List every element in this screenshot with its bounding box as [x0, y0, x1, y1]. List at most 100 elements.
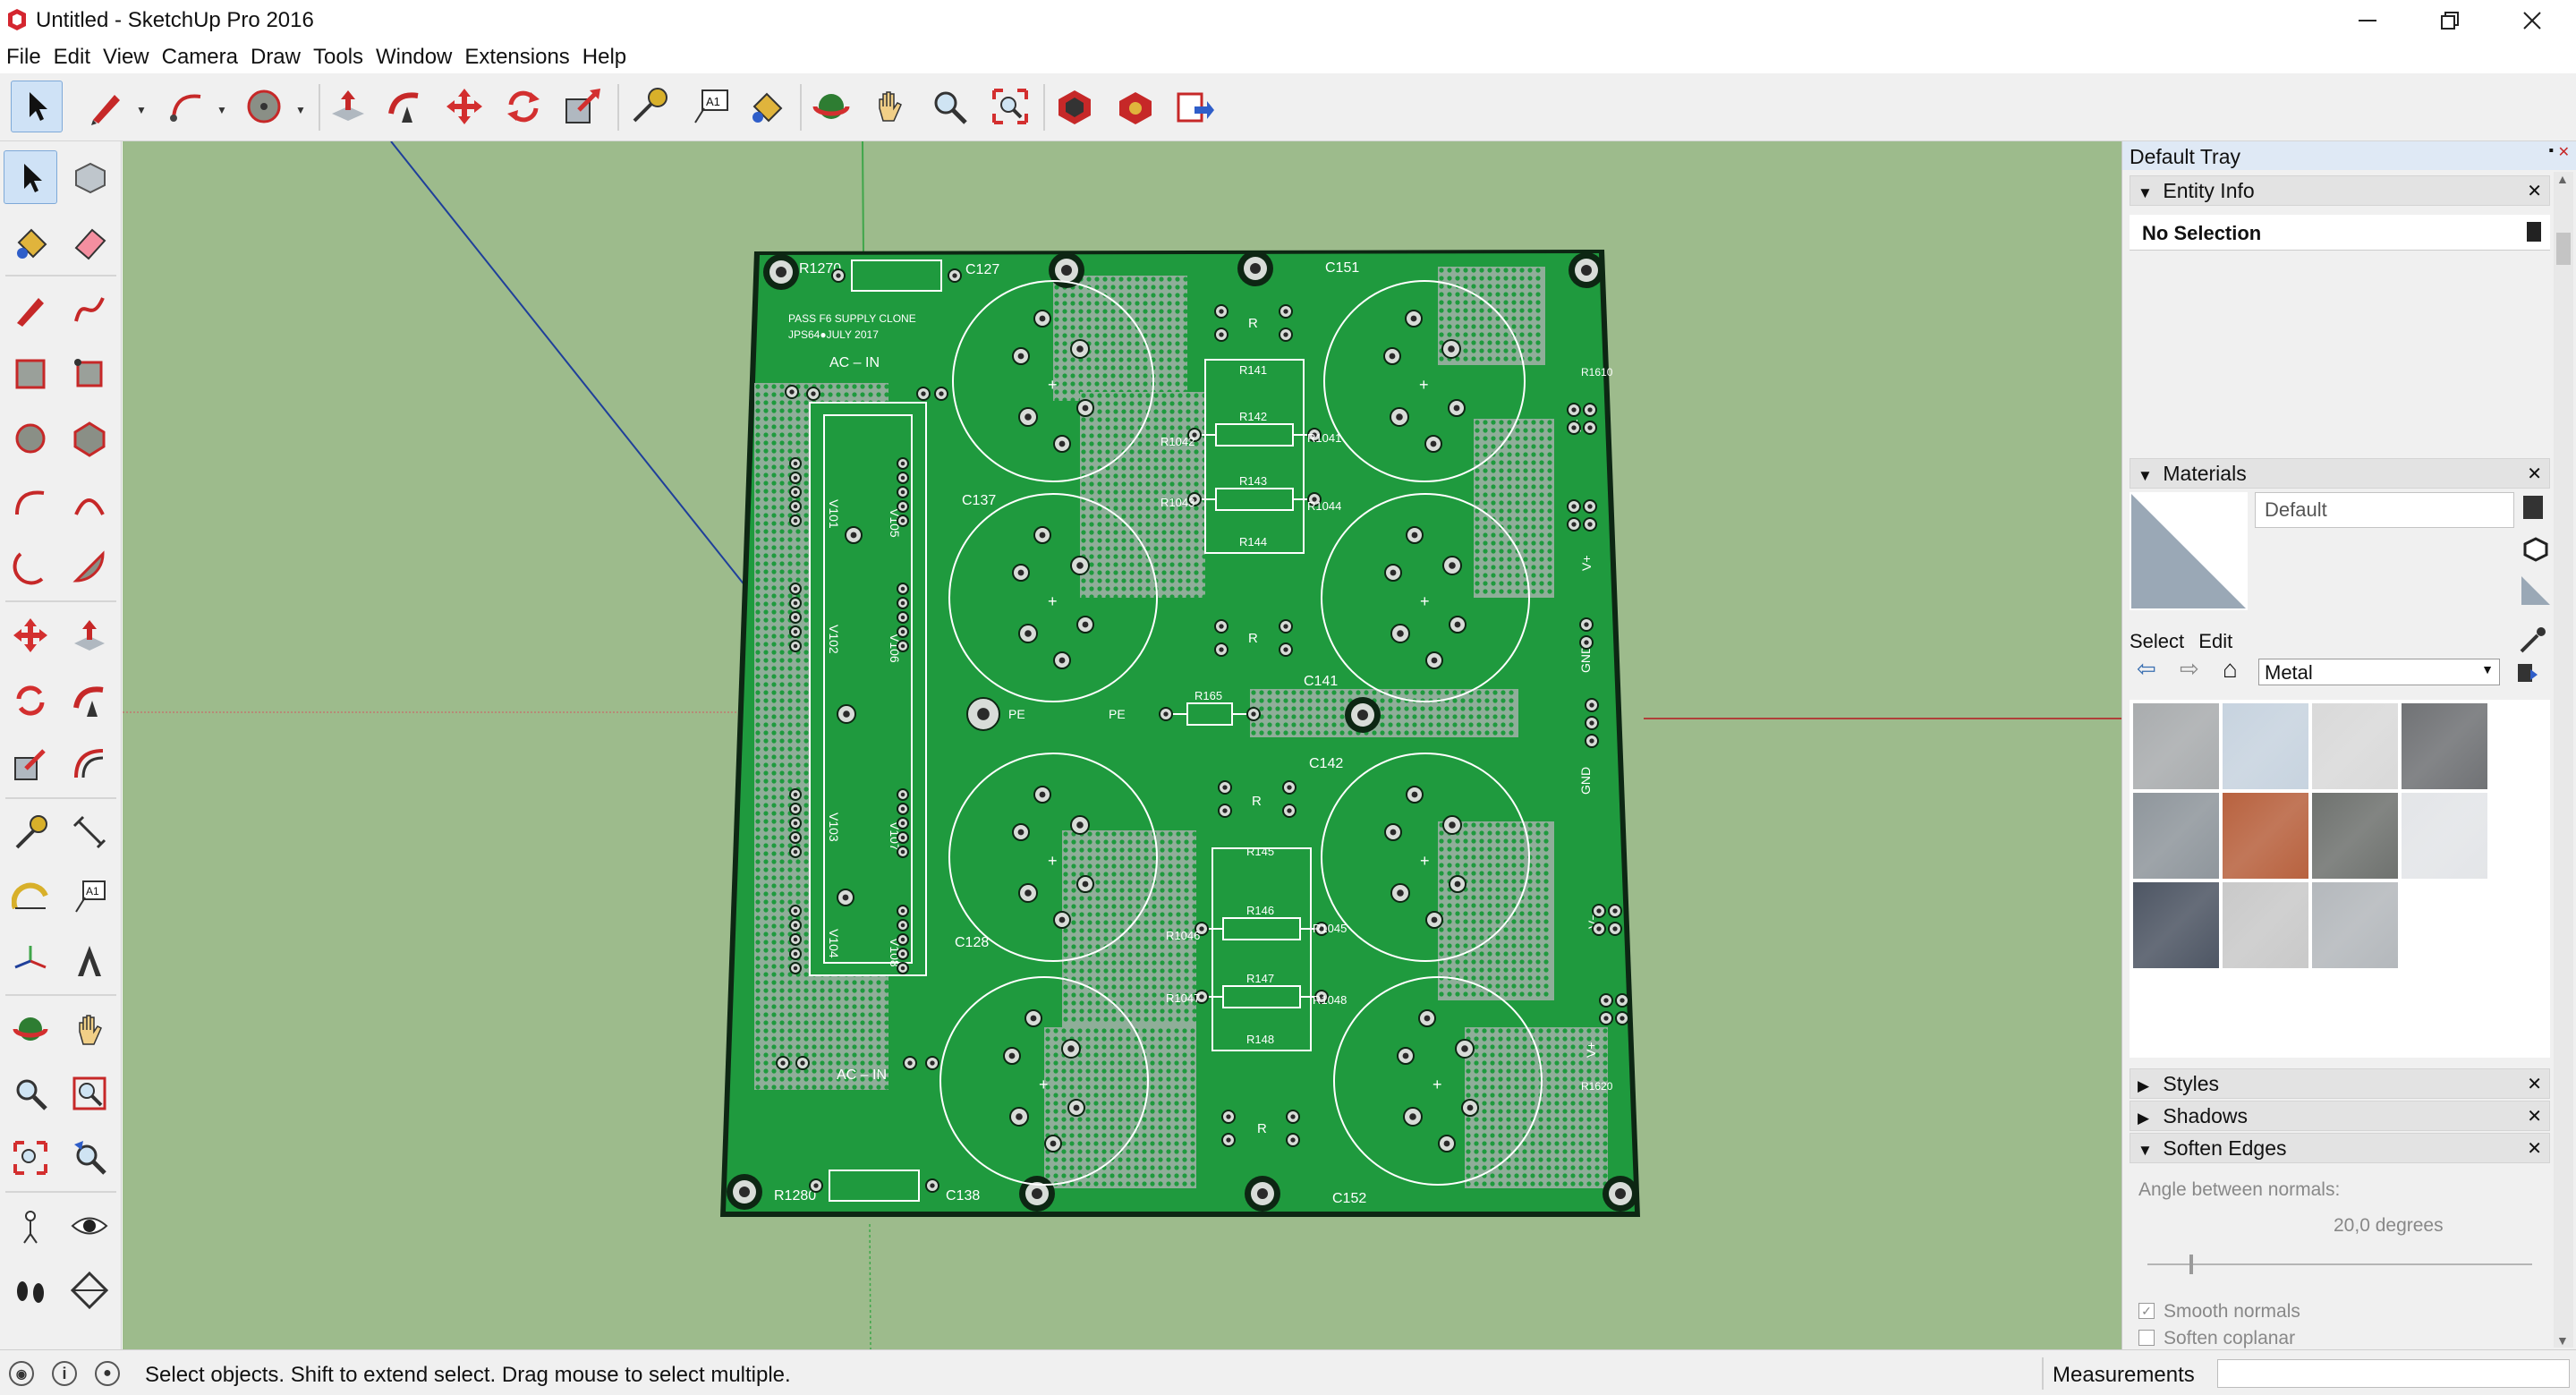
scroll-thumb[interactable] — [2556, 233, 2571, 265]
rectangle-tool-button[interactable] — [4, 347, 57, 401]
material-swatch[interactable] — [2402, 793, 2487, 879]
scale-button[interactable] — [557, 81, 608, 132]
shape-dropdown[interactable]: ▼ — [295, 104, 308, 116]
menu-window[interactable]: Window — [370, 41, 458, 73]
pan-button[interactable] — [864, 81, 916, 132]
geo-location-icon[interactable]: ◉ — [9, 1361, 34, 1386]
zoom-extents-tool-button[interactable] — [4, 1131, 57, 1185]
slider-thumb[interactable] — [2189, 1255, 2193, 1274]
text-tool-button[interactable]: A1 — [63, 870, 116, 923]
info-icon[interactable]: i — [52, 1361, 77, 1386]
warehouse-button[interactable] — [1049, 81, 1101, 132]
offset-tool-button[interactable] — [63, 737, 116, 791]
measurements-input[interactable] — [2217, 1359, 2570, 1388]
styles-header[interactable]: ▶ Styles ✕ — [2130, 1068, 2550, 1099]
previous-view-tool-button[interactable] — [63, 1131, 116, 1185]
close-panel-icon[interactable]: ✕ — [2527, 1105, 2542, 1127]
close-panel-icon[interactable]: ✕ — [2527, 1073, 2542, 1095]
modeling-viewport[interactable]: + C127 + C151 + C137 + C141 + C142 + + C128 + C152 C138… — [123, 141, 2121, 1349]
two-point-arc-tool-button[interactable] — [63, 476, 116, 530]
three-point-arc-tool-button[interactable] — [4, 540, 57, 594]
material-swatch[interactable] — [2402, 703, 2487, 789]
zoom-extents-button[interactable] — [984, 81, 1036, 132]
material-swatch[interactable] — [2133, 882, 2219, 968]
arc-button[interactable] — [161, 81, 213, 132]
menu-view[interactable]: View — [97, 41, 156, 73]
arc-dropdown[interactable]: ▼ — [217, 104, 229, 116]
polygon-tool-button[interactable] — [63, 412, 116, 465]
look-around-tool-button[interactable] — [63, 1199, 116, 1253]
orbit-button[interactable] — [805, 81, 857, 132]
menu-camera[interactable]: Camera — [156, 41, 244, 73]
angle-slider[interactable] — [2147, 1255, 2532, 1274]
eraser-tool-button[interactable] — [63, 215, 116, 268]
push-pull-button[interactable] — [322, 81, 374, 132]
protractor-tool-button[interactable] — [4, 870, 57, 923]
pcb-board-model[interactable]: +C127+C151+C137+C141+C142++C128+C152C138… — [720, 250, 1640, 1217]
material-swatch[interactable] — [2312, 793, 2398, 879]
material-name-field[interactable]: Default — [2255, 492, 2514, 528]
menu-file[interactable]: File — [0, 41, 47, 73]
soften-edges-header[interactable]: ▼ Soften Edges ✕ — [2130, 1133, 2550, 1163]
circle-tool-button[interactable] — [4, 412, 57, 465]
material-swatch[interactable] — [2133, 703, 2219, 789]
close-panel-icon[interactable]: ✕ — [2527, 180, 2542, 202]
send-to-layout-button[interactable] — [1169, 81, 1220, 132]
menu-draw[interactable]: Draw — [244, 41, 307, 73]
freehand-tool-button[interactable] — [63, 283, 116, 336]
orbit-tool-button[interactable] — [4, 1002, 57, 1056]
restore-button[interactable] — [2409, 0, 2491, 41]
menu-edit[interactable]: Edit — [47, 41, 97, 73]
rotate-tool-button[interactable] — [4, 673, 57, 727]
follow-me-button[interactable] — [379, 81, 431, 132]
scale-tool-button[interactable] — [4, 737, 57, 791]
3d-text-tool-button[interactable] — [63, 934, 116, 988]
paint-bucket-tool-button[interactable] — [4, 215, 57, 268]
menu-help[interactable]: Help — [576, 41, 633, 73]
tab-edit[interactable]: Edit — [2198, 630, 2232, 652]
dimension-tool-button[interactable] — [63, 805, 116, 859]
back-arrow-icon[interactable]: ⇦ — [2137, 655, 2156, 683]
menu-extensions[interactable]: Extensions — [458, 41, 575, 73]
material-swatch[interactable] — [2312, 882, 2398, 968]
walk-tool-button[interactable] — [4, 1263, 57, 1317]
material-swatch[interactable] — [2133, 793, 2219, 879]
material-swatch[interactable] — [2223, 703, 2308, 789]
material-swatch[interactable] — [2312, 703, 2398, 789]
rotated-rectangle-tool-button[interactable] — [63, 347, 116, 401]
tab-select[interactable]: Select — [2130, 630, 2184, 652]
close-panel-icon[interactable]: ✕ — [2527, 463, 2542, 485]
materials-header[interactable]: ▼ Materials ✕ — [2130, 458, 2550, 489]
pencil-line-button[interactable] — [81, 81, 132, 132]
pie-tool-button[interactable] — [63, 540, 116, 594]
pan-tool-button[interactable] — [63, 1002, 116, 1056]
minimize-button[interactable] — [2326, 0, 2409, 41]
push-pull-tool-button[interactable] — [63, 608, 116, 662]
smooth-normals-checkbox[interactable]: ✓ — [2138, 1303, 2155, 1319]
extension-warehouse-button[interactable] — [1109, 81, 1161, 132]
menu-tools[interactable]: Tools — [307, 41, 370, 73]
circle-button[interactable] — [238, 81, 290, 132]
tape-measure-tool-button[interactable] — [4, 805, 57, 859]
library-details-icon[interactable] — [2514, 660, 2539, 685]
arc-tool-button[interactable] — [4, 476, 57, 530]
zoom-tool-button[interactable] — [4, 1067, 57, 1120]
material-swatch[interactable] — [2223, 882, 2308, 968]
home-icon[interactable]: ⌂ — [2223, 655, 2238, 684]
tray-scrollbar[interactable]: ▲ ▼ — [2554, 172, 2573, 1348]
close-panel-icon[interactable]: ✕ — [2527, 1137, 2542, 1160]
material-swatch[interactable] — [2223, 793, 2308, 879]
eyedropper-icon[interactable] — [2516, 626, 2548, 653]
tray-close-icon[interactable]: ✕ — [2558, 143, 2570, 161]
line-tool-button[interactable] — [4, 283, 57, 336]
text-button[interactable]: A1 — [684, 81, 735, 132]
select-button[interactable] — [11, 81, 63, 132]
tray-pin-icon[interactable]: ▪ — [2548, 143, 2554, 159]
axes-tool-button[interactable] — [4, 934, 57, 988]
rotate-button[interactable] — [497, 81, 549, 132]
line-dropdown[interactable]: ▼ — [136, 104, 149, 116]
zoom-window-tool-button[interactable] — [63, 1067, 116, 1120]
scroll-up-icon[interactable]: ▲ — [2556, 172, 2569, 186]
close-button[interactable] — [2491, 0, 2573, 41]
select-tool-button[interactable] — [4, 150, 57, 204]
